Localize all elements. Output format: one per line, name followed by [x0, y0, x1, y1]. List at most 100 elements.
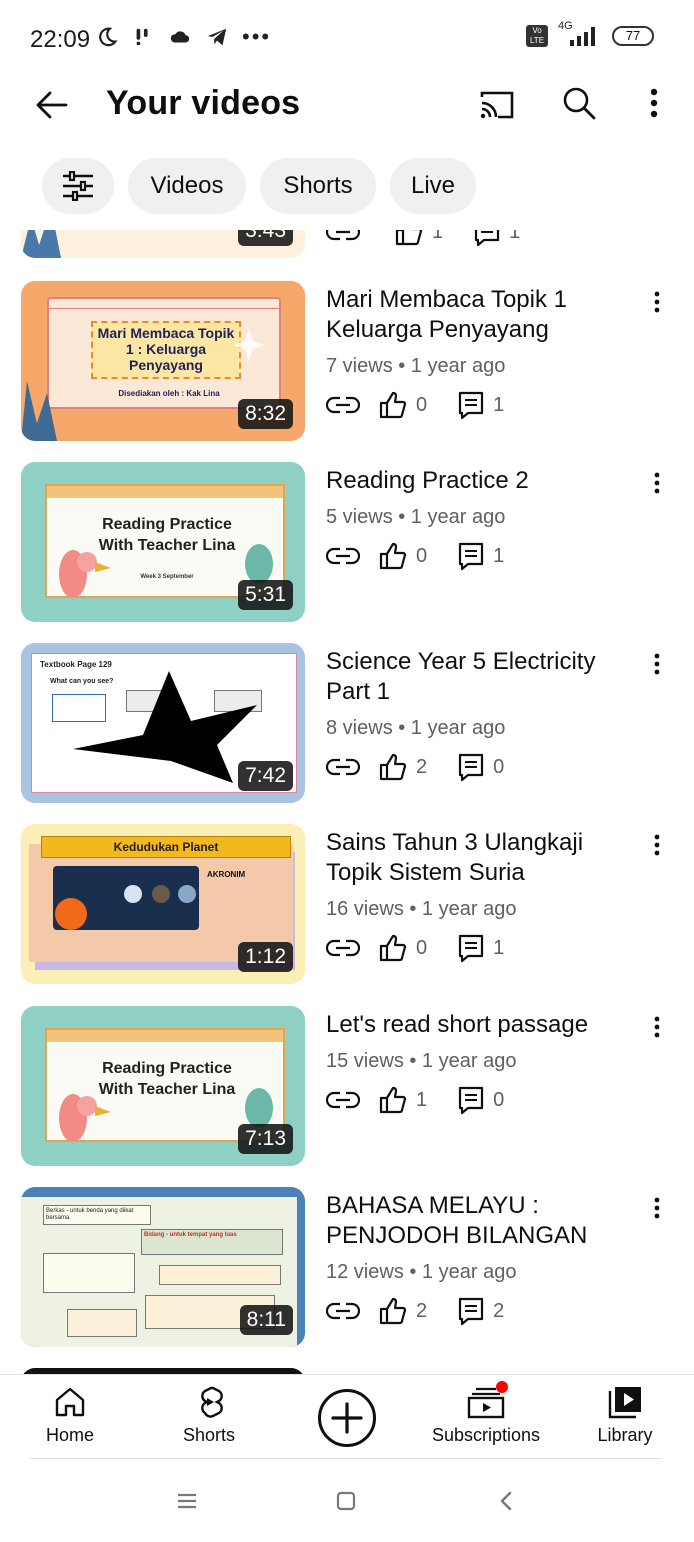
share-link-button[interactable]: [326, 230, 360, 243]
video-more-button[interactable]: [642, 830, 672, 860]
nav-library[interactable]: Library: [594, 1385, 656, 1446]
video-more-button[interactable]: [642, 1012, 672, 1042]
video-actions: 0 1: [326, 540, 534, 572]
video-duration: 1:12: [238, 942, 293, 972]
video-actions: 2 2: [326, 1295, 534, 1327]
video-thumbnail[interactable]: 3:43: [21, 230, 305, 258]
video-item-partial[interactable]: 3:43 1 1: [0, 230, 694, 260]
video-duration: 8:11: [239, 1305, 293, 1335]
video-thumbnail[interactable]: Berkas - untuk benda yang diikat bersama…: [21, 1187, 305, 1347]
video-actions: 1 0: [326, 1084, 534, 1116]
video-item[interactable]: Kedudukan Planet AKRONIM 1:12 Sains Tahu…: [0, 824, 694, 986]
cast-icon: [480, 91, 514, 119]
link-icon: [326, 230, 360, 241]
square-icon: [336, 1491, 356, 1511]
video-title[interactable]: Let's read short passage: [326, 1010, 626, 1040]
nav-library-label: Library: [597, 1425, 653, 1445]
comment-icon: [459, 1297, 484, 1326]
bottom-navigation: Home Shorts Subscriptions Library: [0, 1374, 694, 1460]
comments-button[interactable]: [457, 752, 485, 782]
video-more-button[interactable]: [642, 649, 672, 679]
nav-shorts[interactable]: Shorts: [176, 1385, 242, 1446]
video-title[interactable]: Science Year 5 Electricity Part 1: [326, 647, 626, 707]
share-link-button[interactable]: [326, 1089, 360, 1111]
more-notifications-icon: •••: [242, 24, 272, 49]
thumbnail-subtext: AKRONIM: [207, 870, 246, 879]
like-button[interactable]: [378, 933, 408, 963]
like-count: 2: [416, 1299, 428, 1322]
system-navigation: [0, 1470, 694, 1532]
video-title[interactable]: Mari Membaca Topik 1 Keluarga Penyayang: [326, 285, 626, 345]
volte-icon: Vo LTE: [526, 25, 548, 47]
video-thumbnail[interactable]: Mari Membaca Topik 1 : Keluarga Penyayan…: [21, 281, 305, 441]
search-button[interactable]: [556, 80, 602, 126]
create-button[interactable]: [318, 1389, 376, 1447]
like-button[interactable]: [378, 1085, 408, 1115]
video-item[interactable]: Reading Practice With Teacher Lina Week …: [0, 462, 694, 624]
like-count: 2: [416, 755, 428, 778]
link-icon: [326, 547, 360, 565]
comments-button[interactable]: [457, 1085, 485, 1115]
share-link-button[interactable]: [326, 545, 360, 567]
cast-button[interactable]: [474, 82, 520, 128]
chevron-left-icon: [500, 1491, 512, 1511]
comments-button[interactable]: [457, 933, 485, 963]
like-button[interactable]: [378, 752, 408, 782]
share-link-button[interactable]: [326, 937, 360, 959]
share-link-button[interactable]: [326, 756, 360, 778]
back-button[interactable]: [28, 82, 74, 128]
filter-chips: Videos Shorts Live: [0, 158, 694, 216]
nav-subscriptions[interactable]: Subscriptions: [428, 1381, 544, 1446]
video-thumbnail[interactable]: Reading Practice With Teacher Lina 7:13: [21, 1006, 305, 1166]
video-title[interactable]: Sains Tahun 3 Ulangkaji Topik Sistem Sur…: [326, 828, 626, 888]
like-button[interactable]: [378, 541, 408, 571]
video-more-button[interactable]: [642, 468, 672, 498]
like-button[interactable]: [394, 230, 424, 247]
app-bar: Your videos: [0, 70, 694, 140]
share-link-button[interactable]: [326, 1300, 360, 1322]
like-count: 0: [416, 393, 428, 416]
video-list: 3:43 1 1 Mari Membaca Topik 1 : Keluarga…: [0, 230, 694, 1374]
thumbs-up-icon: [379, 753, 407, 781]
comment-count: 0: [493, 755, 505, 778]
video-meta: 12 views • 1 year ago: [326, 1261, 517, 1283]
video-item[interactable]: Textbook Page 129 What can you see? 7:42…: [0, 643, 694, 805]
notification-dot: [496, 1381, 508, 1393]
video-more-button[interactable]: [642, 287, 672, 317]
nav-home[interactable]: Home: [40, 1385, 100, 1446]
thumbs-up-icon: [379, 391, 407, 419]
video-title[interactable]: BAHASA MELAYU : PENJODOH BILANGAN: [326, 1191, 626, 1251]
filter-chip[interactable]: [42, 158, 114, 214]
video-item[interactable]: Berkas - untuk benda yang diikat bersama…: [0, 1187, 694, 1349]
video-item[interactable]: Reading Practice With Teacher Lina 7:13 …: [0, 1006, 694, 1168]
nav-home-label: Home: [45, 1425, 94, 1445]
video-more-button[interactable]: [642, 1193, 672, 1223]
more-vert-icon: [654, 291, 660, 313]
library-icon: [608, 1387, 641, 1419]
more-options-button[interactable]: [634, 80, 674, 126]
comments-button[interactable]: [457, 1296, 485, 1326]
video-thumbnail[interactable]: Kedudukan Planet AKRONIM 1:12: [21, 824, 305, 984]
comment-icon: [475, 230, 500, 247]
chip-videos[interactable]: Videos: [128, 158, 246, 214]
comments-button[interactable]: [473, 230, 501, 247]
comments-button[interactable]: [457, 390, 485, 420]
video-item[interactable]: Mari Membaca Topik 1 : Keluarga Penyayan…: [0, 281, 694, 443]
status-time: 22:09: [30, 26, 91, 53]
back-system-button[interactable]: [491, 1486, 521, 1516]
video-title[interactable]: Reading Practice 2: [326, 466, 626, 496]
thumbs-up-icon: [379, 1086, 407, 1114]
video-thumbnail[interactable]: Reading Practice With Teacher Lina Week …: [21, 462, 305, 622]
like-count: 0: [416, 544, 428, 567]
system-status: Vo LTE 4G 77: [526, 20, 654, 48]
like-button[interactable]: [378, 390, 408, 420]
share-link-button[interactable]: [326, 394, 360, 416]
plus-icon: [331, 1402, 363, 1434]
chip-shorts[interactable]: Shorts: [260, 158, 376, 214]
recents-button[interactable]: [172, 1486, 202, 1516]
like-button[interactable]: [378, 1296, 408, 1326]
chip-live[interactable]: Live: [390, 158, 476, 214]
comments-button[interactable]: [457, 541, 485, 571]
video-thumbnail[interactable]: Textbook Page 129 What can you see? 7:42: [21, 643, 305, 803]
home-system-button[interactable]: [331, 1486, 361, 1516]
